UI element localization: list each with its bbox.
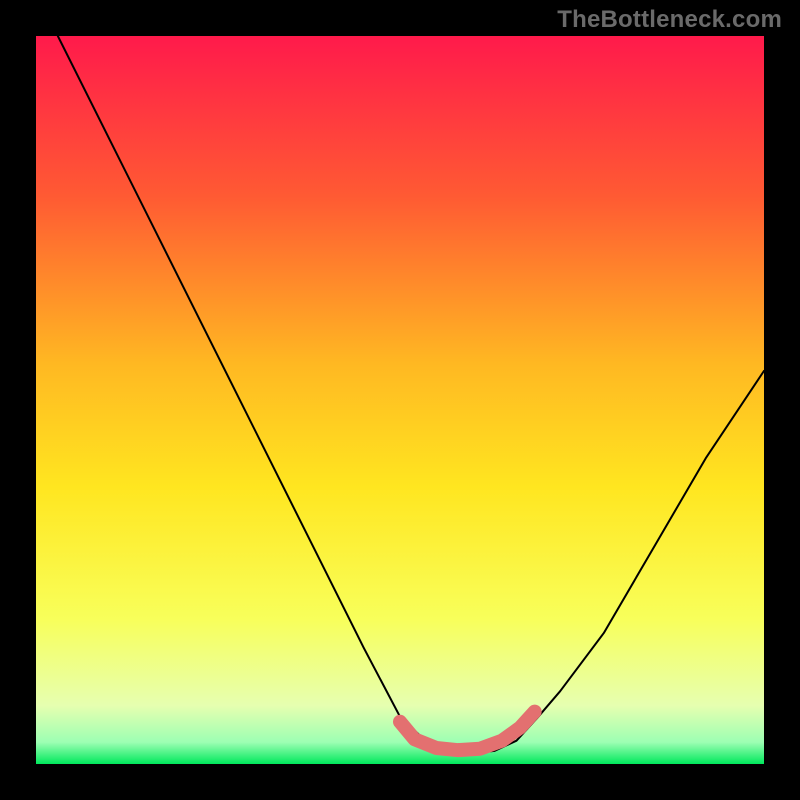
plot-background: [36, 36, 764, 764]
bottleneck-chart: [36, 36, 764, 764]
watermark: TheBottleneck.com: [557, 6, 782, 34]
